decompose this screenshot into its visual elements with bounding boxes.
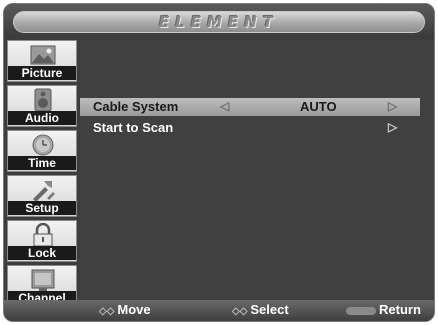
menu-row-label: Cable System xyxy=(93,99,179,114)
hint-return-label: Return xyxy=(379,302,421,317)
footer-hint-bar: ◇◇ Move ◇◇ Select Return xyxy=(4,300,434,321)
up-down-buttons-icon: ◇◇ xyxy=(99,306,115,317)
hint-return: Return xyxy=(346,302,421,317)
menu-row-label: Start to Scan xyxy=(93,120,174,135)
sidebar-item-label: Setup xyxy=(8,201,76,215)
hint-select-label: Select xyxy=(250,302,289,317)
brand-logo: ELEMENT xyxy=(158,13,279,31)
clock-icon xyxy=(32,134,54,156)
left-right-buttons-icon: ◇◇ xyxy=(232,306,248,317)
hint-move-label: Move xyxy=(117,302,151,317)
padlock-icon xyxy=(33,223,53,247)
hint-move: ◇◇ Move xyxy=(99,302,151,317)
sidebar-item-label: Audio xyxy=(8,111,76,125)
header-bar: ELEMENT xyxy=(4,4,434,37)
channel-menu-panel: Cable System ◁ AUTO ▷ Start to Scan ▷ xyxy=(80,40,434,304)
menu-row-start-to-scan[interactable]: Start to Scan ▷ xyxy=(80,119,420,137)
sidebar-item-audio[interactable]: Audio xyxy=(7,85,77,127)
tv-osd-screen: ELEMENT Picture Audio Time Setup Lock Ch… xyxy=(3,3,435,322)
return-key-icon xyxy=(346,306,376,315)
sidebar-item-picture[interactable]: Picture xyxy=(7,40,77,82)
setup-tools-icon xyxy=(33,181,55,202)
picture-icon xyxy=(30,45,56,65)
brand-banner: ELEMENT xyxy=(13,11,425,33)
arrow-right-icon[interactable]: ▷ xyxy=(388,99,397,113)
arrow-left-icon[interactable]: ◁ xyxy=(220,99,229,113)
hint-select: ◇◇ Select xyxy=(232,302,289,317)
sidebar-item-label: Time xyxy=(8,156,76,170)
arrow-right-icon[interactable]: ▷ xyxy=(388,120,397,134)
sidebar-item-label: Lock xyxy=(8,246,76,260)
tv-channel-icon xyxy=(31,269,55,291)
sidebar-item-time[interactable]: Time xyxy=(7,130,77,172)
cable-system-value: AUTO xyxy=(300,99,337,114)
sidebar: Picture Audio Time Setup Lock Channel xyxy=(7,40,77,307)
sidebar-item-label: Picture xyxy=(8,66,76,80)
menu-row-cable-system[interactable]: Cable System ◁ AUTO ▷ xyxy=(80,98,420,116)
speaker-icon xyxy=(34,88,52,112)
sidebar-item-setup[interactable]: Setup xyxy=(7,175,77,217)
sidebar-item-lock[interactable]: Lock xyxy=(7,220,77,262)
